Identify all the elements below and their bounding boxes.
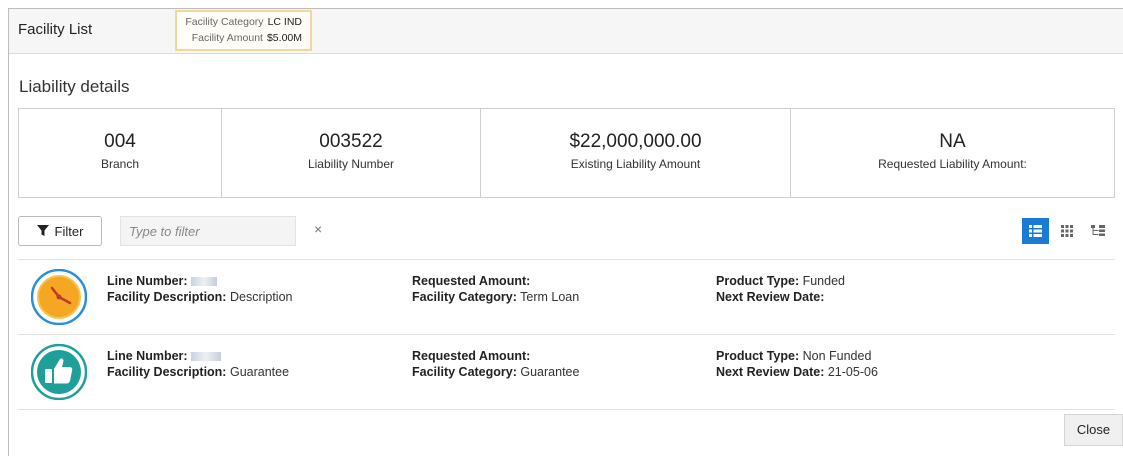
amount-info: Requested Amount: Facility Category: Ter… bbox=[412, 273, 579, 305]
product-type-label: Product Type: bbox=[716, 274, 800, 288]
product-type-label: Product Type: bbox=[716, 349, 800, 363]
summary-label: Liability Number bbox=[307, 157, 395, 171]
summary-label: Existing Liability Amount bbox=[570, 157, 701, 171]
facility-description-label: Facility Description: bbox=[107, 365, 227, 379]
filter-button[interactable]: Filter bbox=[18, 216, 102, 246]
close-button[interactable]: Close bbox=[1064, 414, 1123, 446]
window-title: Facility List bbox=[18, 21, 93, 38]
list-view-button[interactable] bbox=[1022, 218, 1049, 244]
line-number-label: Line Number: bbox=[107, 349, 188, 363]
tree-view-button[interactable] bbox=[1084, 218, 1111, 244]
summary-value: 004 bbox=[104, 131, 136, 152]
product-type-value: Funded bbox=[802, 274, 845, 288]
summary-label: Branch bbox=[100, 157, 140, 171]
grid-view-icon bbox=[1060, 225, 1073, 237]
summary-value: $22,000,000.00 bbox=[569, 131, 702, 152]
product-type-value: Non Funded bbox=[802, 349, 872, 363]
facility-category-value: Guarantee bbox=[520, 365, 580, 379]
facility-description-value: Guarantee bbox=[229, 365, 290, 379]
line-number-value bbox=[191, 277, 218, 287]
facility-tooltip: Facility Category LC IND Facility Amount $… bbox=[175, 10, 312, 51]
next-review-label: Next Review Date: bbox=[716, 290, 825, 304]
list-divider bbox=[18, 409, 1115, 410]
tooltip-amount-value: $5.00M bbox=[266, 32, 302, 44]
filter-icon bbox=[36, 225, 49, 236]
list-item[interactable]: Line Number: Facility Description: Descr… bbox=[18, 260, 1115, 334]
list-item[interactable]: Line Number: Facility Description: Guara… bbox=[18, 335, 1115, 409]
next-review-label: Next Review Date: bbox=[716, 365, 825, 379]
facility-list-window: Facility List Facility Category LC IND Fa… bbox=[8, 8, 1123, 456]
line-info: Line Number: Facility Description: Descr… bbox=[107, 273, 293, 305]
facility-description-value: Description bbox=[229, 290, 293, 304]
tree-view-icon bbox=[1090, 224, 1105, 236]
facility-category-label: Facility Category: bbox=[412, 290, 517, 304]
clock-avatar bbox=[30, 268, 88, 326]
tooltip-amount-row: Facility Amount $5.00M bbox=[192, 32, 302, 44]
tooltip-category-value: LC IND bbox=[267, 16, 302, 28]
amount-info: Requested Amount: Facility Category: Gua… bbox=[412, 348, 579, 380]
tooltip-amount-label: Facility Amount bbox=[191, 32, 263, 44]
summary-existing-liability: $22,000,000.00 Existing Liability Amount bbox=[481, 109, 791, 197]
summary-label: Requested Liability Amount: bbox=[878, 157, 1027, 171]
summary-requested-liability: NA Requested Liability Amount: bbox=[791, 109, 1114, 197]
tooltip-category-row: Facility Category LC IND bbox=[185, 16, 302, 28]
product-info: Product Type: Non Funded Next Review Dat… bbox=[716, 348, 878, 380]
line-number-label: Line Number: bbox=[107, 274, 188, 288]
clear-filter-icon[interactable]: × bbox=[314, 221, 322, 237]
summary-liability-number: 003522 Liability Number bbox=[222, 109, 481, 197]
product-info: Product Type: Funded Next Review Date: bbox=[716, 273, 845, 305]
line-info: Line Number: Facility Description: Guara… bbox=[107, 348, 289, 380]
list-view-icon bbox=[1029, 225, 1042, 237]
filter-button-label: Filter bbox=[54, 223, 84, 239]
grid-view-button[interactable] bbox=[1053, 218, 1080, 244]
requested-amount-label: Requested Amount: bbox=[412, 349, 531, 363]
liability-summary: 004 Branch 003522 Liability Number $22,0… bbox=[18, 108, 1115, 198]
section-title: Liability details bbox=[19, 77, 130, 96]
next-review-value: 21-05-06 bbox=[827, 365, 878, 379]
summary-branch: 004 Branch bbox=[19, 109, 222, 197]
tooltip-category-label: Facility Category bbox=[185, 16, 264, 28]
facility-category-label: Facility Category: bbox=[412, 365, 517, 379]
window-header: Facility List Facility Category LC IND Fa… bbox=[9, 9, 1123, 54]
requested-amount-label: Requested Amount: bbox=[412, 274, 531, 288]
thumbs-up-icon bbox=[30, 343, 88, 401]
facility-description-label: Facility Description: bbox=[107, 290, 227, 304]
facility-category-value: Term Loan bbox=[520, 290, 580, 304]
clock-icon bbox=[30, 268, 88, 326]
filter-input[interactable] bbox=[120, 216, 296, 246]
line-number-value bbox=[191, 352, 222, 362]
summary-value: NA bbox=[939, 131, 966, 152]
thumbs-up-avatar bbox=[30, 343, 88, 401]
summary-value: 003522 bbox=[319, 131, 383, 152]
view-mode-toggle bbox=[1022, 218, 1111, 244]
